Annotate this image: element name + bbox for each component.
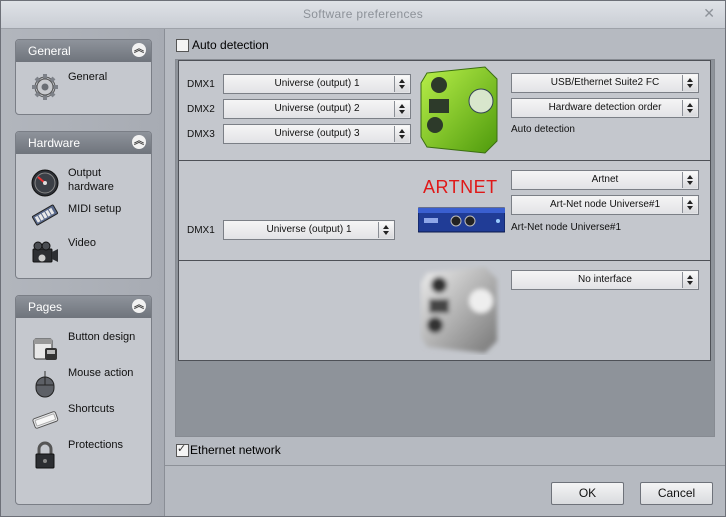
hardware-panel-header[interactable]: Hardware ︽ xyxy=(16,132,151,154)
spin-arrows-icon[interactable] xyxy=(682,197,697,213)
interface-section-empty: No interface xyxy=(178,260,711,361)
spin-arrows-icon[interactable] xyxy=(682,100,697,116)
general-panel-title: General xyxy=(28,44,71,58)
dmx2-universe-select[interactable]: Universe (output) 2 xyxy=(223,99,411,119)
dmx-label: DMX1 xyxy=(187,225,215,236)
sidebar-item-video[interactable]: Video xyxy=(16,234,151,270)
combo-value: Artnet xyxy=(591,174,619,185)
spin-arrows-icon[interactable] xyxy=(682,172,697,188)
paint-bucket-icon xyxy=(30,332,60,362)
dmx1-universe-select[interactable]: Universe (output) 1 xyxy=(223,220,395,240)
preferences-window: Software preferences ✕ General ︽ General… xyxy=(0,0,726,517)
general-panel-header[interactable]: General ︽ xyxy=(16,40,151,62)
combo-value: Art-Net node Universe#1 xyxy=(549,199,661,210)
main-area: Auto detection DMX1 Universe (output) 1 … xyxy=(165,29,725,516)
unassigned-device-image xyxy=(419,265,501,355)
auto-detection-label: Auto detection xyxy=(192,38,269,52)
mouse-icon xyxy=(30,368,60,398)
dmx-label: DMX2 xyxy=(187,104,215,115)
combo-value: Universe (output) 3 xyxy=(274,128,360,139)
sidebar-item-button-design[interactable]: Button design xyxy=(16,328,151,364)
pages-panel-header[interactable]: Pages ︽ xyxy=(16,296,151,318)
sidebar-item-label: Mouse action xyxy=(68,367,134,379)
spin-arrows-icon[interactable] xyxy=(394,76,409,92)
combo-value: Universe (output) 2 xyxy=(274,103,360,114)
interface-status: Auto detection xyxy=(511,124,575,135)
dmx1-universe-select[interactable]: Universe (output) 1 xyxy=(223,74,411,94)
dmx3-universe-select[interactable]: Universe (output) 3 xyxy=(223,124,411,144)
spin-arrows-icon[interactable] xyxy=(682,272,697,288)
sidebar-item-label: Video xyxy=(68,237,96,249)
interface-type-select[interactable]: USB/Ethernet Suite2 FC xyxy=(511,73,699,93)
ethernet-network-checkbox[interactable] xyxy=(176,442,189,457)
keyboard-icon xyxy=(30,200,60,230)
collapse-icon[interactable]: ︽ xyxy=(132,135,146,149)
sidebar-item-protections[interactable]: Protections xyxy=(16,436,151,472)
pages-panel: Pages ︽ Button design Mouse action Short… xyxy=(15,295,152,505)
combo-value: Universe (output) 1 xyxy=(274,78,360,89)
window-title: Software preferences xyxy=(302,7,424,21)
close-icon[interactable]: ✕ xyxy=(703,5,715,22)
pages-panel-title: Pages xyxy=(28,300,63,314)
interfaces-list: DMX1 Universe (output) 1 DMX2 Universe (… xyxy=(175,59,715,437)
footer-divider xyxy=(165,465,725,466)
combo-value: USB/Ethernet Suite2 FC xyxy=(550,77,660,88)
sidebar-item-output-hardware[interactable]: Output hardware xyxy=(16,164,151,200)
hardware-panel-title: Hardware xyxy=(28,136,81,150)
hardware-panel: Hardware ︽ Output hardware MIDI setup Vi… xyxy=(15,131,152,279)
spin-arrows-icon[interactable] xyxy=(394,126,409,142)
cancel-button[interactable]: Cancel xyxy=(640,482,713,505)
dmx-label: DMX3 xyxy=(187,129,215,140)
interface-status: Art-Net node Universe#1 xyxy=(511,222,622,233)
sidebar-item-label: MIDI setup xyxy=(68,203,122,215)
title-bar: Software preferences ✕ xyxy=(1,1,725,29)
sidebar-item-shortcuts[interactable]: Shortcuts xyxy=(16,400,151,436)
interface-section-usb: DMX1 Universe (output) 1 DMX2 Universe (… xyxy=(178,60,711,161)
combo-value: Hardware detection order xyxy=(548,102,662,113)
film-camera-icon xyxy=(30,238,60,268)
ethernet-network-label: Ethernet network xyxy=(190,443,281,457)
spin-arrows-icon[interactable] xyxy=(394,101,409,117)
interface-type-select[interactable]: Artnet xyxy=(511,170,699,190)
combo-value: No interface xyxy=(578,274,632,285)
sidebar-item-midi-setup[interactable]: MIDI setup xyxy=(16,200,151,234)
speedometer-icon xyxy=(30,168,60,198)
collapse-icon[interactable]: ︽ xyxy=(132,43,146,57)
sidebar-item-label: Protections xyxy=(68,439,124,451)
collapse-icon[interactable]: ︽ xyxy=(132,299,146,313)
gear-icon xyxy=(30,72,60,102)
artnet-node-device-image xyxy=(417,207,506,233)
auto-detection-checkbox[interactable] xyxy=(176,39,189,52)
sidebar-item-label: General xyxy=(68,71,108,83)
spin-arrows-icon[interactable] xyxy=(378,222,393,238)
combo-value: Universe (output) 1 xyxy=(266,224,352,235)
sidebar-item-mouse-action[interactable]: Mouse action xyxy=(16,364,151,400)
artnet-heading: ARTNET xyxy=(423,177,498,197)
sidebar-item-label: Output hardware xyxy=(68,167,114,193)
sidebar: General ︽ General Hardware ︽ Output hard… xyxy=(1,29,165,516)
detection-mode-select[interactable]: Hardware detection order xyxy=(511,98,699,118)
usb-interface-device-image xyxy=(419,65,501,155)
padlock-icon xyxy=(30,440,60,470)
sidebar-item-label: Shortcuts xyxy=(68,403,115,415)
artnet-node-select[interactable]: Art-Net node Universe#1 xyxy=(511,195,699,215)
dmx-label: DMX1 xyxy=(187,79,215,90)
ok-button[interactable]: OK xyxy=(551,482,624,505)
interface-section-artnet: ARTNET DMX1 Universe (output) 1 Artnet A… xyxy=(178,160,711,261)
keyboard-key-icon xyxy=(30,404,60,434)
general-panel: General ︽ General xyxy=(15,39,152,115)
spin-arrows-icon[interactable] xyxy=(682,75,697,91)
sidebar-item-general[interactable]: General xyxy=(16,68,151,104)
interface-type-select[interactable]: No interface xyxy=(511,270,699,290)
sidebar-item-label: Button design xyxy=(68,331,136,343)
